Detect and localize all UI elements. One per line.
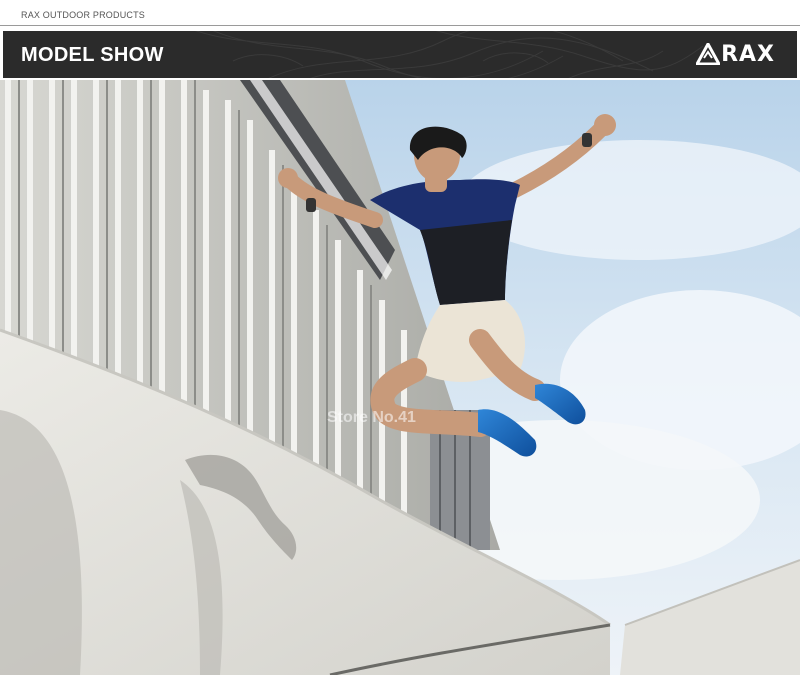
section-title: MODEL SHOW: [21, 44, 164, 66]
brand-logo: RAX: [696, 41, 775, 67]
mountain-logo-icon: [696, 43, 721, 65]
model-photo: Store No.41: [0, 80, 800, 675]
brand-name: RAX: [721, 41, 775, 67]
jumping-model-illustration: [0, 80, 800, 675]
section-header: MODEL SHOW RAX: [3, 31, 797, 78]
top-label: RAX OUTDOOR PRODUCTS: [21, 10, 146, 20]
top-divider: [0, 25, 800, 26]
top-strip: RAX OUTDOOR PRODUCTS: [0, 0, 800, 26]
